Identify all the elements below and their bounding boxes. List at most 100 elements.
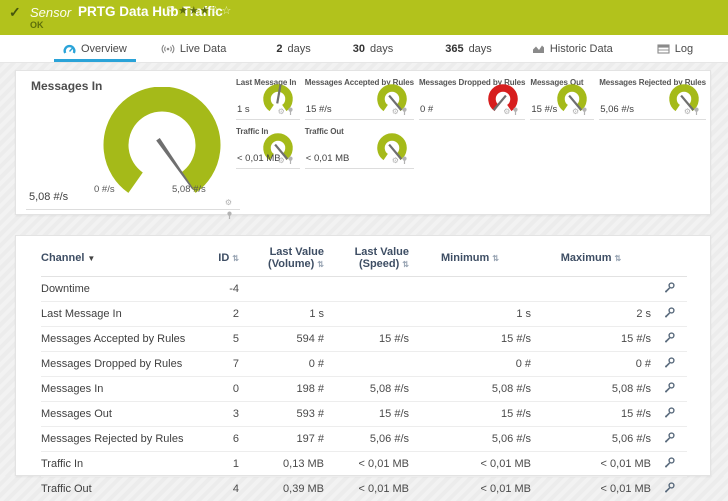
sensor-type-label: Sensor (30, 5, 71, 20)
channel-id-cell: 2 (191, 302, 239, 327)
status-badge: OK (30, 20, 44, 30)
column-header-channel[interactable]: Channel▼ (41, 236, 191, 277)
gauge-settings-gear-icon[interactable]: ⚙ (392, 108, 399, 116)
last-value-speed-cell (324, 277, 409, 302)
tab-number: 365 (445, 43, 463, 55)
tab-historic-data[interactable]: Historic Data (521, 35, 624, 62)
tab-30-days[interactable]: 30 days (342, 35, 405, 62)
column-header-last-value-volume[interactable]: Last Value (Volume)⇅ (239, 236, 324, 277)
column-header-minimum[interactable]: Minimum⇅ (409, 236, 531, 277)
priority-star-rating[interactable]: ★★★☆☆ (178, 4, 232, 17)
sensor-header-bar: ✓ Sensor PRTG Data Hub Traffic ★★★☆☆ OK (0, 0, 728, 35)
maximum-cell (531, 277, 651, 302)
channel-settings-icon[interactable] (663, 431, 676, 444)
channel-settings-icon[interactable] (663, 306, 676, 319)
gauge-settings-gear-icon[interactable]: ⚙ (225, 199, 232, 207)
tab-label: days (287, 43, 310, 55)
last-value-speed-cell: < 0,01 MB (324, 477, 409, 501)
gauge-current-value: 1 s (237, 104, 250, 115)
tab-number: 30 (353, 43, 365, 55)
gauge-settings-gear-icon[interactable]: ⚙ (278, 157, 285, 165)
overview-gauge-icon (63, 43, 76, 55)
minimum-cell: < 0,01 MB (409, 477, 531, 501)
stars-filled[interactable]: ★★★ (178, 5, 211, 17)
primary-channel-gauge-messages-in[interactable]: Messages In 0 #/s 5,08 #/s 5,08 #/s ⚙ (26, 75, 240, 210)
channel-name-cell: Messages Out (41, 402, 191, 427)
tab-365-days[interactable]: 365 days (434, 35, 503, 62)
tab-log[interactable]: Log (646, 35, 704, 62)
channel-gauge-tile[interactable]: Traffic Out < 0,01 MB ⚙ (305, 124, 414, 169)
tab-live-data[interactable]: Live Data (150, 35, 237, 62)
column-sublabel: (Volume) (268, 258, 314, 270)
channel-gauge-tile[interactable]: Messages Out 15 #/s ⚙ (530, 75, 594, 120)
gauge-pin-icon[interactable] (287, 107, 294, 117)
gauge-current-value: 5,06 #/s (600, 104, 634, 115)
channel-settings-icon[interactable] (663, 456, 676, 469)
channel-row[interactable]: Messages Dropped by Rules 7 0 # 0 # 0 # (41, 352, 687, 377)
column-label: Minimum (441, 252, 489, 264)
channel-gauge-tile[interactable]: Messages Accepted by Rules 15 #/s ⚙ (305, 75, 414, 120)
channel-id-cell: 5 (191, 327, 239, 352)
tab-overview[interactable]: Overview (52, 35, 138, 62)
last-value-speed-cell (324, 302, 409, 327)
channel-name-cell: Last Message In (41, 302, 191, 327)
column-header-actions (651, 236, 687, 277)
channel-row[interactable]: Traffic In 1 0,13 MB < 0,01 MB < 0,01 MB… (41, 452, 687, 477)
column-label: Maximum (561, 252, 612, 264)
last-value-volume-cell: 0 # (239, 352, 324, 377)
gauge-pin-icon[interactable] (693, 107, 700, 117)
channel-row[interactable]: Messages Rejected by Rules 6 197 # 5,06 … (41, 427, 687, 452)
column-header-last-value-speed[interactable]: Last Value (Speed)⇅ (324, 236, 409, 277)
gauge-pin-icon[interactable] (401, 107, 408, 117)
channel-gauge-tile[interactable]: Traffic In < 0,01 MB ⚙ (236, 124, 300, 169)
channel-settings-icon[interactable] (663, 481, 676, 494)
channel-settings-icon[interactable] (663, 331, 676, 344)
table-header-row: Channel▼ ID⇅ Last Value (Volume)⇅ Last V… (41, 236, 687, 277)
gauge-settings-gear-icon[interactable]: ⚙ (684, 108, 691, 116)
tab-label: days (370, 43, 393, 55)
maximum-cell: < 0,01 MB (531, 452, 651, 477)
channel-id-cell: 4 (191, 477, 239, 501)
tab-label: days (469, 43, 492, 55)
channel-id-cell: 6 (191, 427, 239, 452)
channel-row[interactable]: Messages In 0 198 # 5,08 #/s 5,08 #/s 5,… (41, 377, 687, 402)
gauge-settings-gear-icon[interactable]: ⚙ (572, 108, 579, 116)
channel-settings-icon[interactable] (663, 356, 676, 369)
last-value-volume-cell: 0,39 MB (239, 477, 324, 501)
channel-name-cell: Messages Accepted by Rules (41, 327, 191, 352)
channel-gauge-tile[interactable]: Last Message In 1 s ⚙ (236, 75, 300, 120)
gauge-current-value: < 0,01 MB (306, 153, 350, 164)
channel-row[interactable]: Messages Accepted by Rules 5 594 # 15 #/… (41, 327, 687, 352)
gauge-pin-icon[interactable] (287, 156, 294, 166)
historic-data-chart-icon (532, 43, 545, 54)
sort-icon: ⇅ (317, 260, 324, 269)
channel-row[interactable]: Downtime -4 (41, 277, 687, 302)
channel-row[interactable]: Last Message In 2 1 s 1 s 2 s (41, 302, 687, 327)
channel-row[interactable]: Traffic Out 4 0,39 MB < 0,01 MB < 0,01 M… (41, 477, 687, 501)
channel-settings-icon[interactable] (663, 381, 676, 394)
maximum-cell: 15 #/s (531, 402, 651, 427)
channel-gauge-tile[interactable]: Messages Dropped by Rules 0 # ⚙ (419, 75, 525, 120)
channel-id-cell: 3 (191, 402, 239, 427)
channel-settings-icon[interactable] (663, 406, 676, 419)
tab-2-days[interactable]: 2 days (265, 35, 321, 62)
maximum-cell: 2 s (531, 302, 651, 327)
last-value-volume-cell (239, 277, 324, 302)
gauge-settings-gear-icon[interactable]: ⚙ (392, 157, 399, 165)
gauge-pin-icon[interactable] (581, 107, 588, 117)
gauge-settings-gear-icon[interactable]: ⚙ (278, 108, 285, 116)
column-header-maximum[interactable]: Maximum⇅ (531, 236, 651, 277)
gauge-pin-icon[interactable] (512, 107, 519, 117)
sort-icon: ⇅ (492, 254, 499, 263)
channel-name-cell: Messages In (41, 377, 191, 402)
channel-name-cell: Traffic Out (41, 477, 191, 501)
channel-settings-icon[interactable] (663, 281, 676, 294)
channel-gauge-tile[interactable]: Messages Rejected by Rules 5,06 #/s ⚙ (599, 75, 706, 120)
gauge-settings-gear-icon[interactable]: ⚙ (503, 108, 510, 116)
gauge-pin-icon[interactable] (401, 156, 408, 166)
channel-id-cell: -4 (191, 277, 239, 302)
channel-name-cell: Messages Dropped by Rules (41, 352, 191, 377)
stars-empty[interactable]: ☆☆ (211, 5, 233, 17)
channel-row[interactable]: Messages Out 3 593 # 15 #/s 15 #/s 15 #/… (41, 402, 687, 427)
column-header-id[interactable]: ID⇅ (191, 236, 239, 277)
